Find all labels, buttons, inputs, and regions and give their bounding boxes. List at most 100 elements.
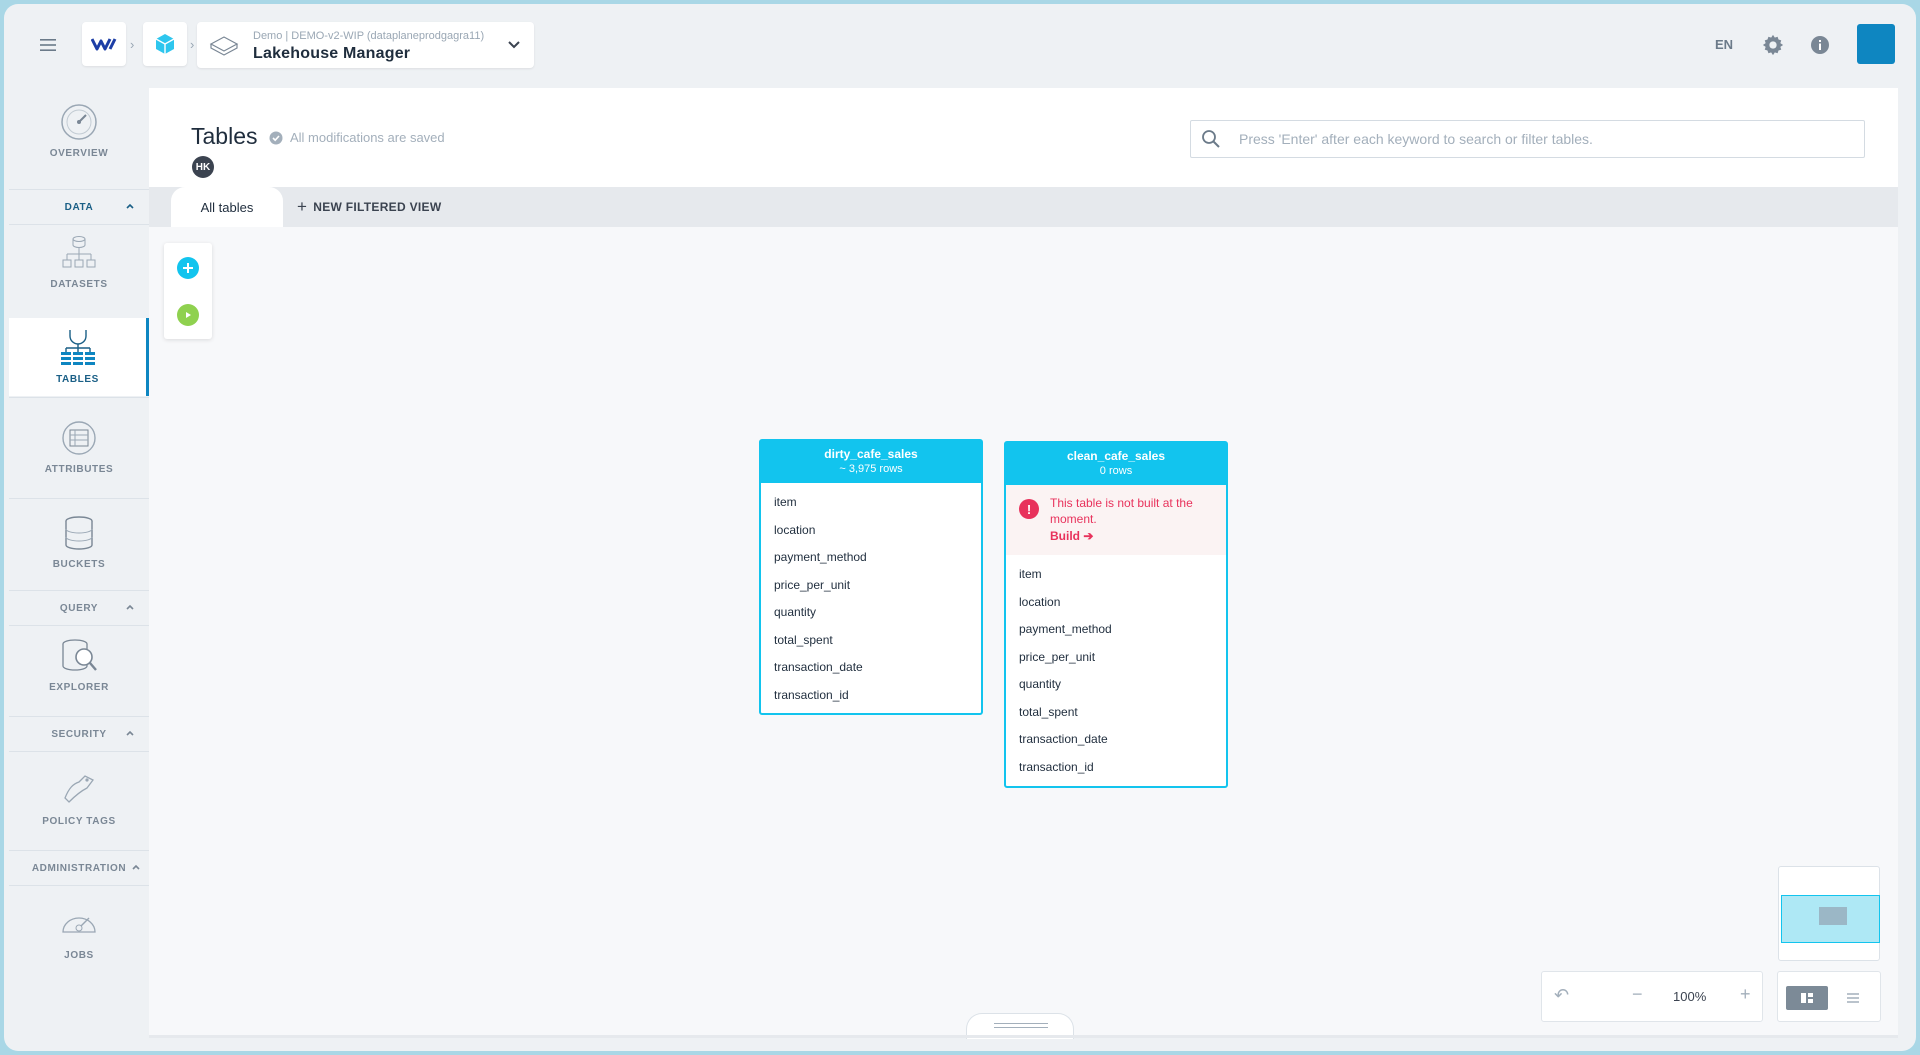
- add-table-button[interactable]: [177, 257, 199, 279]
- save-status-text: All modifications are saved: [290, 130, 445, 145]
- chevron-right-icon: ›: [130, 37, 135, 52]
- main-panel: Tables All modifications are saved HK Al…: [149, 88, 1898, 1039]
- sidebar-item-label: ATTRIBUTES: [44, 464, 114, 475]
- graph-view-button[interactable]: [1786, 986, 1828, 1010]
- section-header-data[interactable]: DATA: [9, 189, 149, 225]
- plus-icon: +: [297, 197, 308, 216]
- table-name: clean_cafe_sales: [1066, 449, 1166, 463]
- chevron-right-icon: ›: [190, 37, 195, 52]
- sidebar-item-buckets[interactable]: BUCKETS: [9, 513, 149, 585]
- column-item[interactable]: quantity: [1006, 671, 1226, 699]
- top-bar: › › Demo | DEMO-v2-WIP (dataplaneprodgag…: [4, 4, 1916, 84]
- alert-icon: !: [1019, 499, 1039, 519]
- minimap-tables-thumbnail: [1819, 907, 1847, 925]
- section-header-query[interactable]: QUERY: [9, 590, 149, 626]
- crumb-subtitle: Demo | DEMO-v2-WIP (dataplaneprodgagra11…: [253, 30, 485, 42]
- lakehouse-icon: [209, 36, 239, 56]
- column-list: item location payment_method price_per_u…: [1006, 555, 1226, 781]
- language-selector[interactable]: EN: [1715, 37, 1733, 52]
- list-icon: [1847, 993, 1859, 1003]
- minimap[interactable]: [1778, 866, 1880, 961]
- section-header-administration[interactable]: ADMINISTRATION: [9, 850, 149, 886]
- column-item[interactable]: transaction_id: [761, 682, 981, 710]
- section-header-security[interactable]: SECURITY: [9, 716, 149, 752]
- gear-icon[interactable]: [1762, 34, 1784, 56]
- not-built-warning: ! This table is not built at the moment.…: [1006, 485, 1226, 555]
- sidebar-item-jobs[interactable]: JOBS: [9, 904, 149, 976]
- table-card-header: dirty_cafe_sales ~ 3,975 rows: [761, 441, 981, 483]
- list-view-button[interactable]: [1832, 986, 1874, 1010]
- sidebar-item-tables[interactable]: TABLES: [9, 318, 149, 396]
- column-item[interactable]: location: [761, 517, 981, 545]
- sidebar-item-explorer[interactable]: EXPLORER: [9, 636, 149, 708]
- policy-tags-icon: [64, 775, 94, 803]
- column-item[interactable]: total_spent: [1006, 699, 1226, 727]
- page-title: Tables: [191, 123, 258, 149]
- user-avatar[interactable]: [1857, 24, 1895, 64]
- undo-icon[interactable]: ↶: [1554, 985, 1569, 1006]
- column-item[interactable]: transaction_date: [761, 654, 981, 682]
- search-input[interactable]: [1239, 131, 1839, 147]
- attributes-icon: [62, 421, 96, 455]
- page-header: Tables All modifications are saved HK: [149, 88, 1898, 187]
- build-link[interactable]: Build ➔: [1050, 529, 1093, 543]
- table-canvas[interactable]: dirty_cafe_sales ~ 3,975 rows item locat…: [149, 227, 1898, 1038]
- new-filtered-view-button[interactable]: + NEW FILTERED VIEW: [297, 197, 442, 216]
- column-list: item location payment_method price_per_u…: [761, 483, 981, 709]
- arrow-right-icon: ➔: [1083, 529, 1094, 543]
- sidebar-item-overview[interactable]: OVERVIEW: [9, 102, 149, 180]
- new-filtered-view-label: NEW FILTERED VIEW: [313, 200, 442, 214]
- column-item[interactable]: payment_method: [1006, 616, 1226, 644]
- sidebar-item-label: OVERVIEW: [49, 148, 109, 159]
- sidebar-item-attributes[interactable]: ATTRIBUTES: [9, 418, 149, 490]
- column-item[interactable]: transaction_id: [1006, 754, 1226, 782]
- view-switcher: [1777, 971, 1881, 1022]
- explorer-icon: [62, 639, 97, 671]
- column-item[interactable]: price_per_unit: [1006, 644, 1226, 672]
- tables-icon: [60, 330, 95, 365]
- divider: [9, 498, 149, 499]
- table-name: dirty_cafe_sales: [824, 447, 918, 461]
- app-window: › › Demo | DEMO-v2-WIP (dataplaneprodgag…: [4, 4, 1916, 1051]
- zoom-out-button[interactable]: −: [1632, 984, 1643, 1005]
- column-item[interactable]: item: [1006, 561, 1226, 589]
- column-item[interactable]: quantity: [761, 599, 981, 627]
- search-icon: [1202, 130, 1220, 148]
- column-item[interactable]: payment_method: [761, 544, 981, 572]
- minimap-viewport[interactable]: [1781, 895, 1880, 943]
- app-logo[interactable]: [82, 22, 126, 66]
- tab-all-tables[interactable]: All tables: [171, 187, 283, 227]
- zoom-in-button[interactable]: +: [1740, 984, 1751, 1005]
- grid-icon: [1801, 993, 1813, 1003]
- column-item[interactable]: location: [1006, 589, 1226, 617]
- sidebar-item-label: DATASETS: [50, 279, 108, 290]
- app-switcher[interactable]: Demo | DEMO-v2-WIP (dataplaneprodgagra11…: [197, 22, 534, 68]
- table-row-count: 0 rows: [1099, 465, 1133, 477]
- sidebar-item-policy-tags[interactable]: POLICY TAGS: [9, 770, 149, 842]
- plus-icon: [183, 263, 193, 273]
- table-card-clean-cafe-sales[interactable]: clean_cafe_sales 0 rows ! This table is …: [1004, 441, 1228, 788]
- table-card-dirty-cafe-sales[interactable]: dirty_cafe_sales ~ 3,975 rows item locat…: [759, 439, 983, 715]
- project-cube-icon[interactable]: [143, 22, 187, 66]
- chevron-up-icon: [126, 604, 134, 610]
- column-item[interactable]: item: [761, 489, 981, 517]
- divider: [149, 1035, 1898, 1038]
- table-card-header: clean_cafe_sales 0 rows: [1006, 443, 1226, 485]
- run-build-button[interactable]: [177, 304, 199, 326]
- sidebar-item-datasets[interactable]: DATASETS: [9, 233, 149, 305]
- sidebar-item-label: TABLES: [56, 374, 99, 385]
- column-item[interactable]: total_spent: [761, 627, 981, 655]
- sidebar-item-label: BUCKETS: [52, 559, 106, 570]
- datasets-icon: [62, 236, 96, 268]
- menu-icon[interactable]: [32, 32, 64, 58]
- column-item[interactable]: transaction_date: [1006, 726, 1226, 754]
- search-box: [1190, 120, 1865, 158]
- zoom-controls: ↶ − 100% +: [1541, 971, 1763, 1022]
- sidebar-item-label: EXPLORER: [49, 682, 109, 693]
- sidebar: OVERVIEW DATA DATASETS TABLES ATTRIBUTES…: [9, 88, 149, 1002]
- info-icon[interactable]: [1810, 35, 1830, 55]
- view-tab-bar: All tables + NEW FILTERED VIEW: [149, 187, 1898, 227]
- table-row-count: ~ 3,975 rows: [839, 463, 903, 475]
- column-item[interactable]: price_per_unit: [761, 572, 981, 600]
- user-initials-badge[interactable]: HK: [192, 156, 214, 178]
